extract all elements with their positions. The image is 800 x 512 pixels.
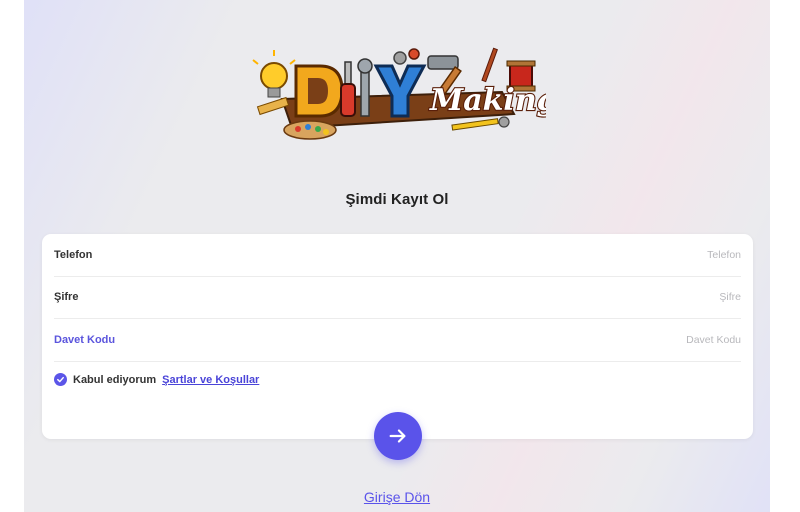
terms-agreement: Kabul ediyorum Şartlar ve Koşullar — [54, 373, 259, 386]
terms-link[interactable]: Şartlar ve Koşullar — [162, 374, 259, 386]
checkmark-icon — [57, 376, 64, 383]
phone-row: Telefon — [54, 234, 741, 277]
register-form: Telefon Şifre Davet Kodu Kabul ediyorum … — [42, 234, 753, 439]
diy-making-logo: Making — [252, 47, 546, 140]
phone-label: Telefon — [54, 249, 93, 261]
terms-checkbox[interactable] — [54, 373, 67, 386]
phone-input[interactable] — [441, 249, 741, 261]
page-title: Şimdi Kayıt Ol — [345, 191, 449, 208]
arrow-right-icon — [389, 429, 406, 443]
password-row: Şifre — [54, 276, 741, 319]
back-to-login-link[interactable]: Girişe Dön — [24, 489, 770, 505]
password-label: Şifre — [54, 291, 79, 303]
invite-code-row: Davet Kodu — [54, 319, 741, 362]
invite-code-label: Davet Kodu — [54, 334, 116, 346]
logo-making-text: Making — [429, 83, 546, 118]
agree-text: Kabul ediyorum — [73, 373, 157, 386]
password-input[interactable] — [441, 291, 741, 303]
submit-button[interactable] — [374, 412, 422, 460]
register-page: Making Şimdi Kayıt Ol Telefon Şifre Dave… — [24, 0, 770, 512]
invite-code-input[interactable] — [441, 334, 741, 346]
